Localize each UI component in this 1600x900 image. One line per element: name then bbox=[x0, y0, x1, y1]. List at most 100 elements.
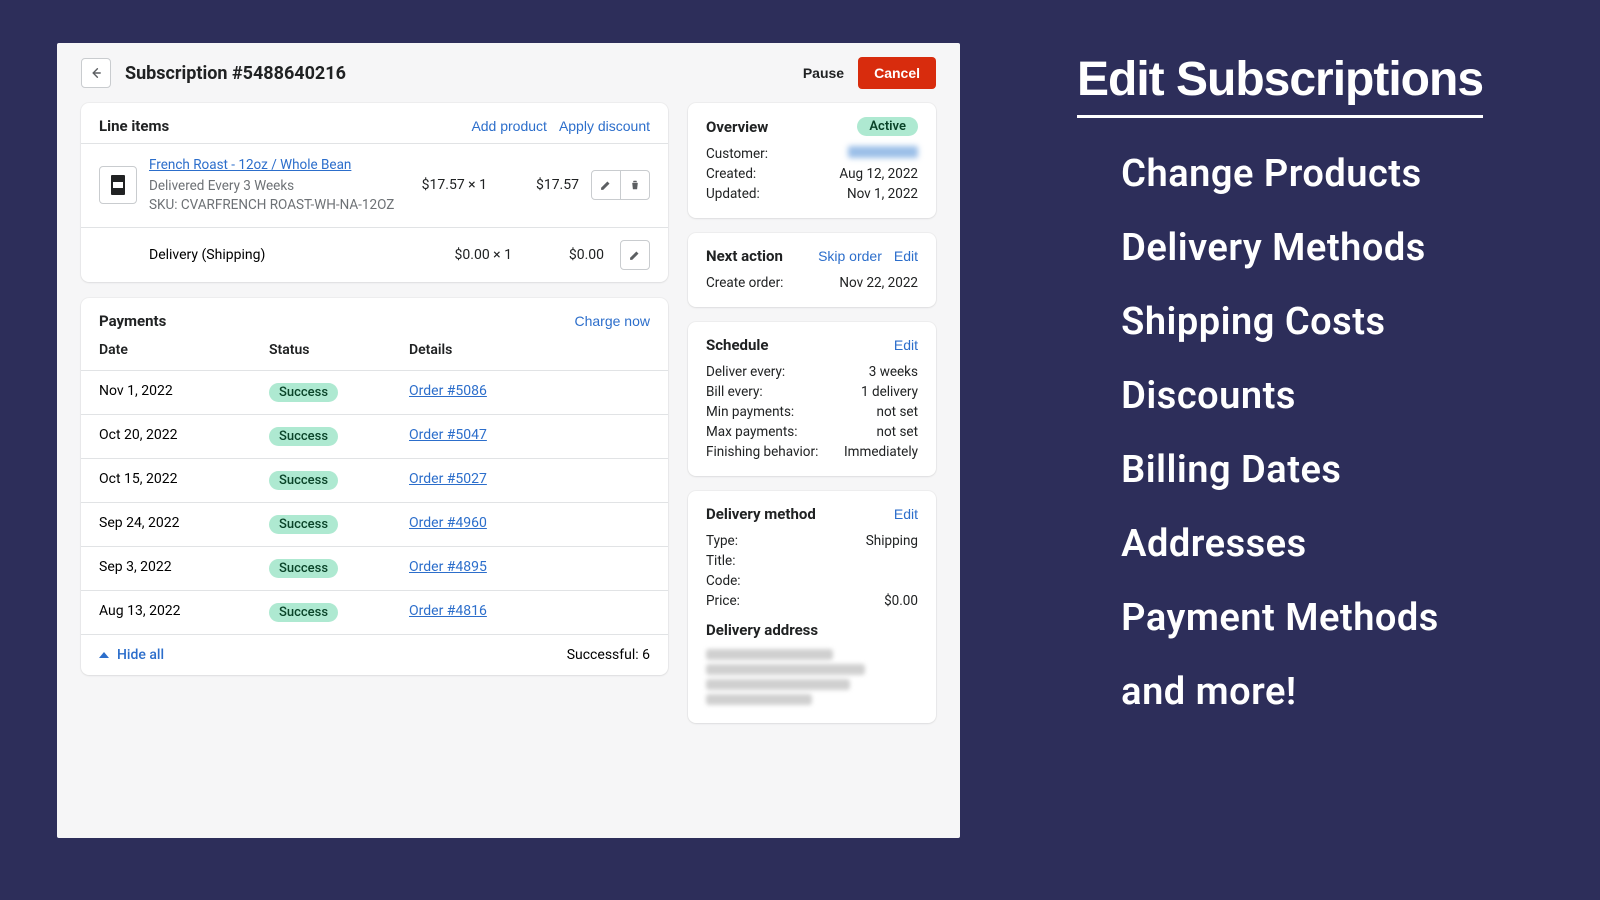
marketing-feature-item: and more! bbox=[1121, 670, 1439, 714]
delivery-unit-price: $0.00 × 1 bbox=[432, 247, 512, 263]
marketing-feature-item: Change Products bbox=[1121, 152, 1439, 196]
product-thumbnail bbox=[99, 166, 137, 204]
payment-date: Sep 24, 2022 bbox=[99, 515, 269, 534]
payment-status-badge: Success bbox=[269, 427, 338, 446]
customer-label: Customer: bbox=[706, 146, 768, 162]
customer-value-redacted bbox=[848, 146, 918, 158]
add-product-link[interactable]: Add product bbox=[471, 118, 547, 134]
delivery-method-title: Delivery method bbox=[706, 505, 882, 523]
page-header: Subscription #5488640216 Pause Cancel bbox=[81, 57, 936, 89]
payment-date: Aug 13, 2022 bbox=[99, 603, 269, 622]
delivery-label: Delivery (Shipping) bbox=[149, 247, 420, 263]
min-payments-value: not set bbox=[877, 404, 918, 420]
overview-title: Overview bbox=[706, 118, 845, 136]
subscription-admin-panel: Subscription #5488640216 Pause Cancel Li… bbox=[57, 43, 960, 838]
marketing-sidebar: Edit Subscriptions Change Products Delive… bbox=[960, 0, 1600, 900]
delete-line-item-button[interactable] bbox=[620, 170, 650, 200]
line-items-card: Line items Add product Apply discount Fr… bbox=[81, 103, 668, 282]
hide-all-button[interactable]: Hide all bbox=[117, 647, 164, 663]
payment-order-link[interactable]: Order #5027 bbox=[409, 471, 487, 487]
edit-schedule-link[interactable]: Edit bbox=[894, 337, 918, 353]
payment-row: Oct 20, 2022Success Order #5047 bbox=[81, 414, 668, 458]
delivery-row: Delivery (Shipping) $0.00 × 1 $0.00 bbox=[81, 227, 668, 282]
payment-date: Oct 15, 2022 bbox=[99, 471, 269, 490]
payment-order-link[interactable]: Order #5047 bbox=[409, 427, 487, 443]
deliver-every-label: Deliver every: bbox=[706, 364, 785, 380]
finishing-behavior-label: Finishing behavior: bbox=[706, 444, 818, 460]
schedule-title: Schedule bbox=[706, 336, 882, 354]
min-payments-label: Min payments: bbox=[706, 404, 794, 420]
address-line-redacted bbox=[706, 664, 865, 675]
back-button[interactable] bbox=[81, 58, 111, 88]
skip-order-link[interactable]: Skip order bbox=[818, 248, 882, 264]
edit-delivery-method-link[interactable]: Edit bbox=[894, 506, 918, 522]
product-sku: SKU: CVARFRENCH ROAST-WH-NA-12OZ bbox=[149, 197, 394, 213]
payment-date: Nov 1, 2022 bbox=[99, 383, 269, 402]
create-order-value: Nov 22, 2022 bbox=[839, 275, 918, 291]
payments-title: Payments bbox=[99, 312, 563, 330]
marketing-feature-item: Discounts bbox=[1121, 374, 1439, 418]
updated-value: Nov 1, 2022 bbox=[847, 186, 918, 202]
marketing-feature-item: Billing Dates bbox=[1121, 448, 1439, 492]
create-order-label: Create order: bbox=[706, 275, 783, 291]
cancel-button[interactable]: Cancel bbox=[858, 57, 936, 89]
max-payments-value: not set bbox=[877, 424, 918, 440]
dm-type-value: Shipping bbox=[866, 533, 918, 549]
payments-table-header: Date Status Details bbox=[81, 338, 668, 370]
product-total-price: $17.57 bbox=[499, 177, 579, 193]
payment-row: Aug 13, 2022SuccessOrder #4816 bbox=[81, 590, 668, 634]
product-delivery-text: Delivered Every 3 Weeks bbox=[149, 178, 294, 194]
edit-line-item-button[interactable] bbox=[591, 170, 621, 200]
payment-order-link[interactable]: Order #5086 bbox=[409, 383, 487, 399]
trash-icon bbox=[628, 178, 642, 192]
marketing-feature-item: Delivery Methods bbox=[1121, 226, 1439, 270]
payment-order-link[interactable]: Order #4960 bbox=[409, 515, 487, 531]
marketing-feature-item: Shipping Costs bbox=[1121, 300, 1439, 344]
payment-row: Sep 24, 2022Success Order #4960 bbox=[81, 502, 668, 546]
marketing-feature-item: Addresses bbox=[1121, 522, 1439, 566]
payment-status-badge: Success bbox=[269, 383, 338, 402]
pencil-icon bbox=[599, 178, 613, 192]
payment-order-link[interactable]: Order #4895 bbox=[409, 559, 487, 575]
edit-delivery-button[interactable] bbox=[620, 240, 650, 270]
dm-type-label: Type: bbox=[706, 533, 738, 549]
product-unit-price: $17.57 × 1 bbox=[407, 177, 487, 193]
payment-status-badge: Success bbox=[269, 515, 338, 534]
finishing-behavior-value: Immediately bbox=[844, 444, 918, 460]
charge-now-link[interactable]: Charge now bbox=[575, 313, 651, 329]
arrow-left-icon bbox=[89, 66, 103, 80]
delivery-total-price: $0.00 bbox=[524, 247, 604, 263]
marketing-heading: Edit Subscriptions bbox=[1077, 52, 1483, 118]
successful-count: Successful: 6 bbox=[567, 647, 650, 663]
payment-order-link[interactable]: Order #4816 bbox=[409, 603, 487, 619]
payment-row: Nov 1, 2022Success Order #5086 bbox=[81, 370, 668, 414]
dm-price-value: $0.00 bbox=[884, 593, 918, 609]
payment-date: Sep 3, 2022 bbox=[99, 559, 269, 578]
payments-card: Payments Charge now Date Status Details … bbox=[81, 298, 668, 675]
created-label: Created: bbox=[706, 166, 756, 182]
apply-discount-link[interactable]: Apply discount bbox=[559, 118, 650, 134]
pencil-icon bbox=[628, 248, 642, 262]
bill-every-label: Bill every: bbox=[706, 384, 763, 400]
delivery-address-heading: Delivery address bbox=[706, 611, 918, 645]
payment-row: Sep 3, 2022SuccessOrder #4895 bbox=[81, 546, 668, 590]
marketing-feature-item: Payment Methods bbox=[1121, 596, 1439, 640]
dm-code-label: Code: bbox=[706, 573, 741, 589]
dm-title-label: Title: bbox=[706, 553, 735, 569]
schedule-card: Schedule Edit Deliver every: 3 weeks Bill… bbox=[688, 322, 936, 476]
pause-button[interactable]: Pause bbox=[789, 57, 858, 89]
bill-every-value: 1 delivery bbox=[861, 384, 918, 400]
next-action-title: Next action bbox=[706, 247, 806, 265]
product-name-link[interactable]: French Roast - 12oz / Whole Bean bbox=[149, 156, 351, 175]
payment-date: Oct 20, 2022 bbox=[99, 427, 269, 446]
payment-row: Oct 15, 2022Success Order #5027 bbox=[81, 458, 668, 502]
delivery-method-card: Delivery method Edit Type: Shipping Title… bbox=[688, 491, 936, 723]
status-badge: Active bbox=[857, 117, 918, 136]
payment-status-badge: Success bbox=[269, 471, 338, 490]
col-details-header: Details bbox=[409, 342, 650, 358]
col-date-header: Date bbox=[99, 342, 269, 358]
deliver-every-value: 3 weeks bbox=[869, 364, 918, 380]
address-line-redacted bbox=[706, 679, 850, 690]
address-line-redacted bbox=[706, 649, 833, 660]
edit-next-action-link[interactable]: Edit bbox=[894, 248, 918, 264]
